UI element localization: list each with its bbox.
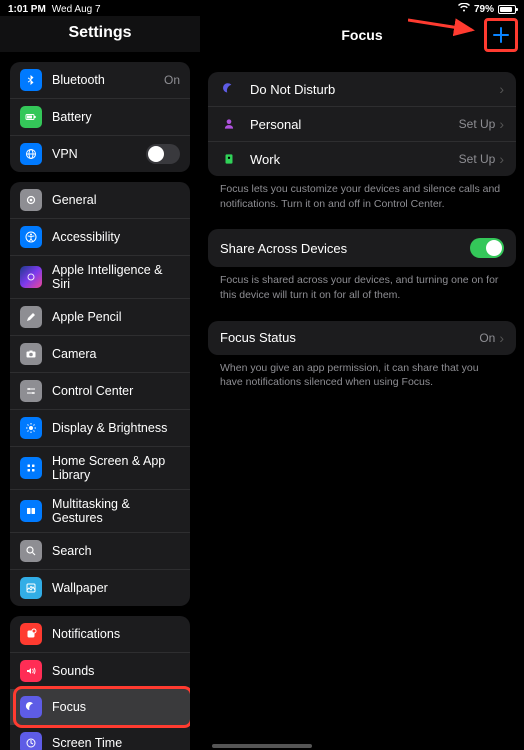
sidebar-group-notifications: Notifications Sounds Focus Screen Time [10,616,190,750]
sidebar-item-multitasking[interactable]: Multitasking & Gestures [10,489,190,532]
sidebar-item-control-center[interactable]: Control Center [10,372,190,409]
sidebar-item-accessibility[interactable]: Accessibility [10,218,190,255]
focus-icon [20,696,42,718]
vpn-icon [20,143,42,165]
status-caption: When you give an app permission, it can … [208,355,516,390]
focus-modes-group: Do Not Disturb › Personal Set Up › Work … [208,72,516,176]
sidebar-item-sounds[interactable]: Sounds [10,652,190,689]
bluetooth-value: On [164,73,180,87]
badge-icon [220,152,238,166]
sidebar-group-general: General Accessibility Apple Intelligence… [10,182,190,606]
battery-label: Battery [52,110,180,124]
focus-caption: Focus lets you customize your devices an… [208,176,516,211]
share-across-row[interactable]: Share Across Devices [208,229,516,267]
sidebar: Settings Bluetooth On Battery VPN Genera… [0,16,200,750]
status-date: Wed Aug 7 [52,4,101,15]
sidebar-item-ai-siri[interactable]: Apple Intelligence & Siri [10,255,190,298]
vpn-toggle[interactable] [146,144,180,164]
detail-title: Focus [341,27,382,43]
battery-percent: 79% [474,4,494,15]
brightness-icon [20,417,42,439]
sounds-icon [20,660,42,682]
focus-mode-personal[interactable]: Personal Set Up › [208,106,516,141]
focus-mode-work[interactable]: Work Set Up › [208,141,516,176]
wifi-icon [458,3,470,15]
sidebar-item-wallpaper[interactable]: Wallpaper [10,569,190,606]
home-screen-icon [20,457,42,479]
sidebar-item-general[interactable]: General [10,182,190,218]
accessibility-icon [20,226,42,248]
status-time: 1:01 PM [8,4,46,15]
chevron-right-icon: › [499,151,504,167]
battery-settings-icon [20,106,42,128]
bluetooth-label: Bluetooth [52,73,158,87]
battery-icon [498,5,516,14]
add-focus-button[interactable] [486,20,516,50]
moon-icon [220,82,238,96]
vpn-label: VPN [52,147,146,161]
focus-status-group: Focus Status On › [208,321,516,355]
search-icon [20,540,42,562]
sidebar-item-vpn[interactable]: VPN [10,135,190,172]
annotation-arrow [408,16,480,42]
person-icon [220,117,238,131]
detail-pane: Focus Do Not Disturb › Personal Set Up › [200,16,524,750]
siri-icon [20,266,42,288]
sidebar-item-search[interactable]: Search [10,532,190,569]
sidebar-item-bluetooth[interactable]: Bluetooth On [10,62,190,98]
chevron-right-icon: › [499,81,504,97]
sidebar-title: Settings [0,16,200,52]
sidebar-item-home-screen[interactable]: Home Screen & App Library [10,446,190,489]
notifications-icon [20,623,42,645]
status-bar: 1:01 PM Wed Aug 7 79% [0,0,524,16]
sidebar-item-battery[interactable]: Battery [10,98,190,135]
sidebar-group-connectivity: Bluetooth On Battery VPN [10,62,190,172]
camera-icon [20,343,42,365]
chevron-right-icon: › [499,330,504,346]
sidebar-item-screen-time[interactable]: Screen Time [10,725,190,750]
share-caption: Focus is shared across your devices, and… [208,267,516,302]
sidebar-item-camera[interactable]: Camera [10,335,190,372]
focus-status-row[interactable]: Focus Status On › [208,321,516,355]
home-indicator[interactable] [212,744,312,748]
sidebar-item-pencil[interactable]: Apple Pencil [10,298,190,335]
wallpaper-icon [20,577,42,599]
gear-icon [20,189,42,211]
detail-header: Focus [208,16,516,54]
multitasking-icon [20,500,42,522]
chevron-right-icon: › [499,116,504,132]
sidebar-item-notifications[interactable]: Notifications [10,616,190,652]
pencil-icon [20,306,42,328]
sidebar-item-display[interactable]: Display & Brightness [10,409,190,446]
share-across-toggle[interactable] [470,238,504,258]
sidebar-item-focus[interactable]: Focus [10,689,190,725]
control-center-icon [20,380,42,402]
share-across-group: Share Across Devices [208,229,516,267]
focus-mode-dnd[interactable]: Do Not Disturb › [208,72,516,106]
screen-time-icon [20,732,42,750]
bluetooth-icon [20,69,42,91]
